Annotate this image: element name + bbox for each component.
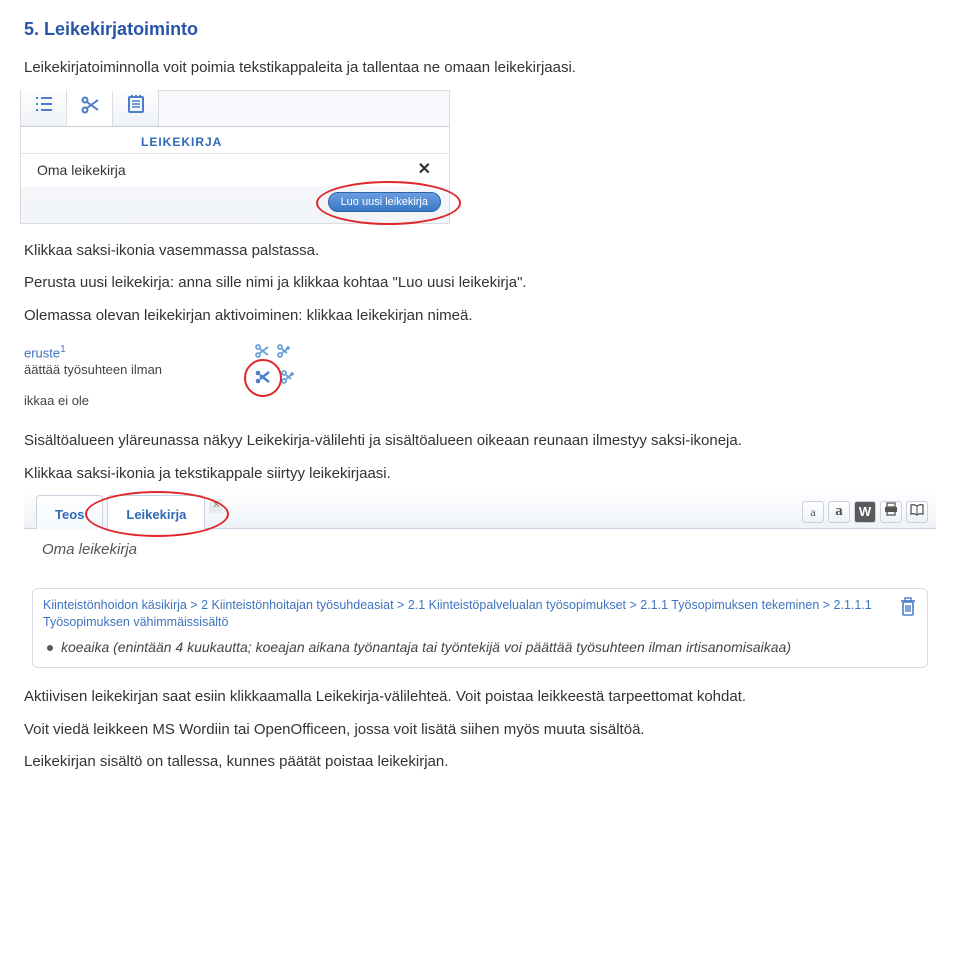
breadcrumb-text: Kiinteistönhoidon käsikirja > 2 Kiinteis… [43,598,872,630]
scissors-icon [80,95,100,123]
main-scissors-icon[interactable] [254,369,270,385]
name-input-row: ✕ [21,154,449,186]
paragraph-9: Leikekirjan sisältö on tallessa, kunnes … [24,751,936,774]
content-fragment: eruste1 äättää työsuhteen ilman ikkaa ei… [24,337,454,418]
paragraph-7: Aktiivisen leikekirjan saat esiin klikka… [24,686,936,709]
frag-line3: ikkaa ei ole [24,393,204,410]
mini-add-icon[interactable] [276,343,292,359]
paragraph-8: Voit viedä leikkeen MS Wordiin tai OpenO… [24,719,936,742]
view-tabstrip: Teos Leikekirja ✕ a a W [24,495,936,529]
print-button[interactable] [880,501,902,523]
mini-add-icon-2[interactable] [280,369,296,385]
scrapbook-subtitle: Oma leikekirja [24,529,936,588]
leikekirja-view: Teos Leikekirja ✕ a a W Oma leikekirja K… [24,495,936,668]
button-row: Luo uusi leikekirja [21,186,449,219]
delete-clip-button[interactable] [899,597,917,617]
tab-close-button[interactable]: ✕ [209,499,223,513]
paragraph-2: Klikkaa saksi-ikonia vasemmassa palstass… [24,240,936,263]
paragraph-4: Olemassa olevan leikekirjan aktivoiminen… [24,305,936,328]
scissors-tab[interactable] [67,90,113,126]
paragraph-3: Perusta uusi leikekirja: anna sille nimi… [24,272,936,295]
fragment-text: eruste1 äättää työsuhteen ilman ikkaa ei… [24,343,204,410]
create-scrapbook-button[interactable]: Luo uusi leikekirja [328,192,441,212]
panel-tabstrip [21,91,449,127]
clip-bullet-text: koeaika (enintään 4 kuukautta; koeajan a… [61,638,791,658]
highlight-annotation: Luo uusi leikekirja [328,189,441,213]
font-larger-button[interactable]: a [828,501,850,523]
notepad-icon [127,94,145,122]
tab-leikekirja[interactable]: Leikekirja [107,495,205,529]
tab-teos[interactable]: Teos [36,495,103,529]
font-smaller-button[interactable]: a [802,501,824,523]
clear-input-button[interactable]: ✕ [410,158,439,182]
highlight-annotation-2: Leikekirja [103,495,205,529]
notepad-tab[interactable] [113,90,159,126]
clip-bullet: koeaika (enintään 4 kuukautta; koeajan a… [43,632,917,658]
print-icon [884,502,898,521]
list-icon [34,96,54,120]
book-icon [910,503,924,521]
panel-heading: LEIKEKIRJA [21,127,449,154]
paragraph-5: Sisältöalueen yläreunassa näkyy Leikekir… [24,430,936,453]
bullet-dot [47,645,53,651]
clip-card: Kiinteistönhoidon käsikirja > 2 Kiinteis… [32,588,928,669]
frag-sup: 1 [60,344,66,355]
mini-scissors-icon[interactable] [254,343,270,359]
book-button[interactable] [906,501,928,523]
trash-icon [899,606,917,620]
clip-icons-column [254,343,296,385]
export-word-button[interactable]: W [854,501,876,523]
leikekirja-panel: LEIKEKIRJA ✕ Luo uusi leikekirja [20,90,450,224]
section-title: 5. Leikekirjatoiminto [24,16,936,43]
scrapbook-name-input[interactable] [31,159,410,181]
frag-line2: äättää työsuhteen ilman [24,362,204,379]
intro-paragraph: Leikekirjatoiminnolla voit poimia teksti… [24,57,936,80]
paragraph-6: Klikkaa saksi-ikonia ja tekstikappale si… [24,463,936,486]
clip-breadcrumb: Kiinteistönhoidon käsikirja > 2 Kiinteis… [43,597,917,632]
frag-line1: eruste [24,345,60,360]
list-tab[interactable] [21,90,67,126]
